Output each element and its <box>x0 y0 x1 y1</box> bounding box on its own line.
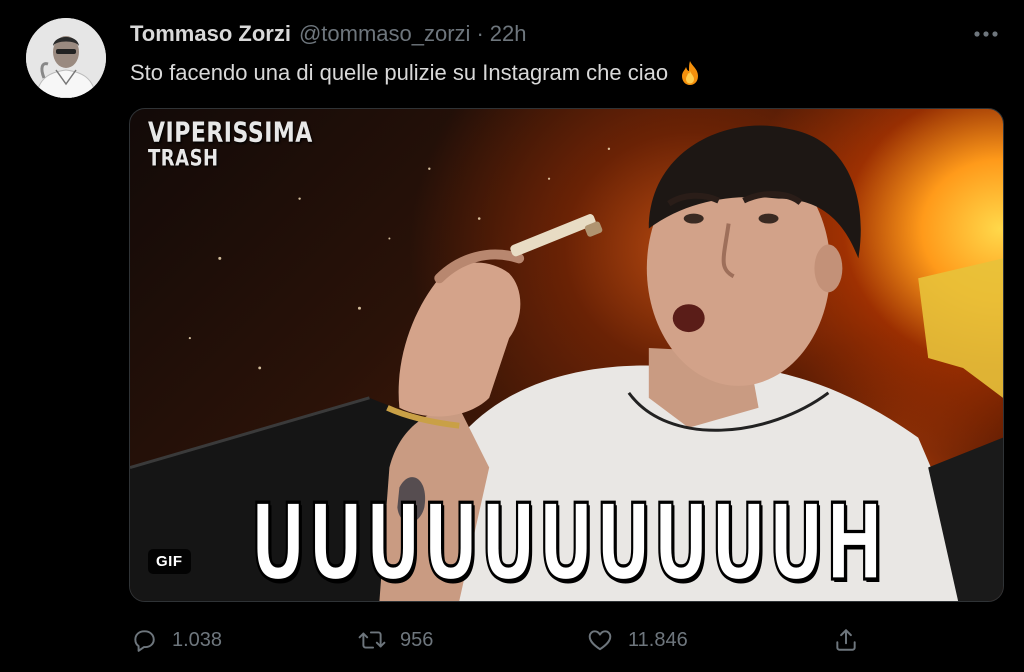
tweet-body: Sto facendo una di quelle pulizie su Ins… <box>130 60 669 85</box>
tweet-text: Sto facendo una di quelle pulizie su Ins… <box>130 58 704 88</box>
avatar-image <box>26 18 106 98</box>
more-icon <box>974 31 998 37</box>
share-button[interactable] <box>830 624 862 656</box>
watermark-line-2: TRASH <box>148 145 219 172</box>
avatar[interactable] <box>26 18 106 98</box>
retweet-button[interactable]: 956 <box>356 624 433 656</box>
more-options-button[interactable] <box>970 20 1002 48</box>
like-icon <box>584 624 616 656</box>
tweet-actions: 1.038 956 11.846 <box>128 620 868 660</box>
retweet-count: 956 <box>400 628 434 651</box>
like-button[interactable]: 11.846 <box>584 624 688 656</box>
like-count: 11.846 <box>628 628 688 651</box>
tweet-header: Tommaso Zorzi @tommaso_zorzi · 22h <box>130 19 527 49</box>
reply-count: 1.038 <box>172 628 223 651</box>
retweet-icon <box>356 624 388 656</box>
fire-icon <box>676 59 704 87</box>
tweet-card[interactable]: Tommaso Zorzi @tommaso_zorzi · 22h Sto f… <box>0 0 1024 672</box>
header-separator: · <box>476 21 484 46</box>
share-icon <box>830 624 862 656</box>
gif-caption: UUUUUUUUUUH <box>249 479 885 602</box>
watermark-line-1: VIPERISSIMA <box>148 117 313 149</box>
reply-button[interactable]: 1.038 <box>128 624 222 656</box>
display-name[interactable]: Tommaso Zorzi <box>130 19 291 49</box>
timestamp[interactable]: 22h <box>490 19 527 49</box>
gif-media[interactable]: VIPERISSIMA TRASH UUUUUUUUUUH GIF <box>129 108 1004 602</box>
user-handle[interactable]: @tommaso_zorzi <box>299 19 471 49</box>
gif-watermark: VIPERISSIMA TRASH <box>148 119 313 171</box>
reply-icon <box>128 624 160 656</box>
gif-badge: GIF <box>148 549 191 574</box>
